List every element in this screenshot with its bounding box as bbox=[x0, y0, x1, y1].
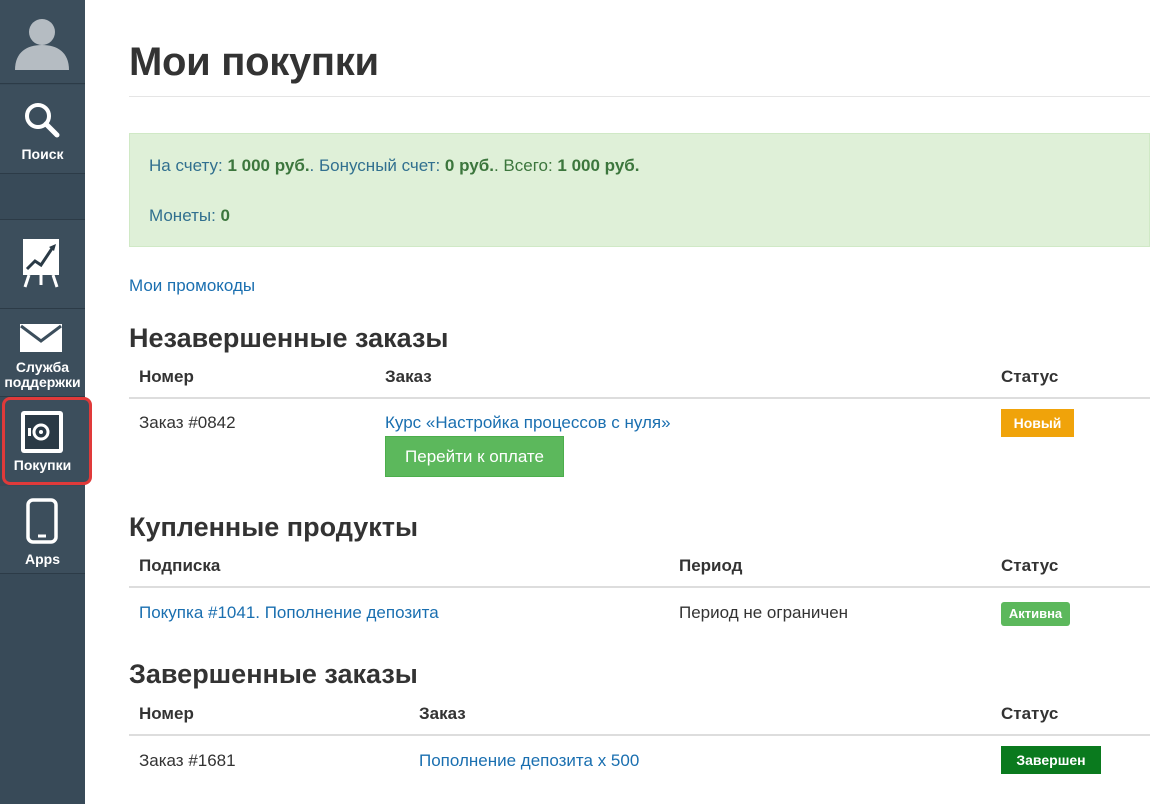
column-header-period: Период bbox=[679, 556, 743, 575]
order-number: Заказ #0842 bbox=[139, 413, 236, 432]
table-header-divider bbox=[129, 397, 1150, 399]
column-header-status: Статус bbox=[1001, 367, 1059, 386]
account-value: 1 000 руб. bbox=[227, 156, 310, 175]
bonus-label: . Бонусный счет: bbox=[309, 156, 445, 175]
subscription-period: Период не ограничен bbox=[679, 603, 849, 622]
column-header-status: Статус bbox=[1001, 556, 1059, 575]
pay-button[interactable]: Перейти к оплате bbox=[385, 436, 564, 477]
sidebar-item-reports[interactable] bbox=[0, 220, 85, 309]
table-header-divider bbox=[129, 586, 1150, 588]
sidebar-item-label: Покупки bbox=[13, 457, 72, 473]
column-header-order: Заказ bbox=[385, 367, 432, 386]
coins-value: 0 bbox=[220, 206, 231, 225]
status-badge: Завершен bbox=[1001, 746, 1101, 774]
sidebar-item-label: Apps bbox=[25, 551, 60, 567]
sidebar-item-purchases[interactable]: Покупки bbox=[2, 397, 92, 485]
column-header-order: Заказ bbox=[419, 704, 466, 723]
total-label: . Всего: bbox=[493, 156, 558, 175]
sidebar: Поиск Служба поддержки Покупки Apps bbox=[0, 0, 92, 804]
bonus-value: 0 руб. bbox=[444, 156, 494, 175]
status-badge: Активна bbox=[1001, 602, 1070, 626]
coins-label: Монеты: bbox=[149, 206, 221, 225]
order-link[interactable]: Курс «Настройка процессов с нуля» bbox=[385, 413, 671, 433]
status-badge: Новый bbox=[1001, 409, 1074, 437]
balance-panel: На счету: 1 000 руб.. Бонусный счет: 0 р… bbox=[129, 133, 1150, 247]
column-header-number: Номер bbox=[139, 367, 194, 386]
sidebar-item-apps[interactable]: Apps bbox=[0, 486, 85, 574]
coins-line: Монеты: 0 bbox=[149, 206, 230, 226]
account-label: На счету: bbox=[149, 156, 228, 175]
sidebar-spacer bbox=[0, 174, 85, 220]
order-link[interactable]: Пополнение депозита x 500 bbox=[419, 751, 639, 771]
user-icon bbox=[15, 19, 69, 70]
sidebar-item-label: Служба поддержки bbox=[4, 359, 81, 390]
column-header-number: Номер bbox=[139, 704, 194, 723]
mail-icon bbox=[20, 324, 62, 352]
chart-icon bbox=[23, 239, 59, 288]
order-number: Заказ #1681 bbox=[139, 751, 236, 770]
search-icon bbox=[25, 103, 60, 138]
sidebar-item-label: Поиск bbox=[21, 146, 64, 162]
sidebar-item-support[interactable]: Служба поддержки bbox=[0, 309, 85, 397]
main-content: Мои покупки На счету: 1 000 руб.. Бонусн… bbox=[129, 0, 1150, 804]
phone-icon bbox=[26, 498, 58, 544]
page-title: Мои покупки bbox=[129, 40, 379, 84]
table-header-divider bbox=[129, 734, 1150, 736]
safe-icon bbox=[21, 411, 63, 453]
incomplete-orders-title: Незавершенные заказы bbox=[129, 323, 449, 353]
sidebar-item-search[interactable]: Поиск bbox=[0, 85, 85, 174]
total-value: 1 000 руб. bbox=[557, 156, 640, 175]
column-header-subscription: Подписка bbox=[139, 556, 221, 575]
column-header-status: Статус bbox=[1001, 704, 1059, 723]
purchased-products-title: Купленные продукты bbox=[129, 512, 419, 542]
promo-codes-link[interactable]: Мои промокоды bbox=[129, 276, 255, 296]
divider bbox=[129, 96, 1150, 97]
subscription-link[interactable]: Покупка #1041. Пополнение депозита bbox=[139, 603, 439, 623]
completed-orders-title: Завершенные заказы bbox=[129, 659, 418, 689]
avatar[interactable] bbox=[0, 0, 85, 84]
balance-line: На счету: 1 000 руб.. Бонусный счет: 0 р… bbox=[149, 156, 640, 176]
